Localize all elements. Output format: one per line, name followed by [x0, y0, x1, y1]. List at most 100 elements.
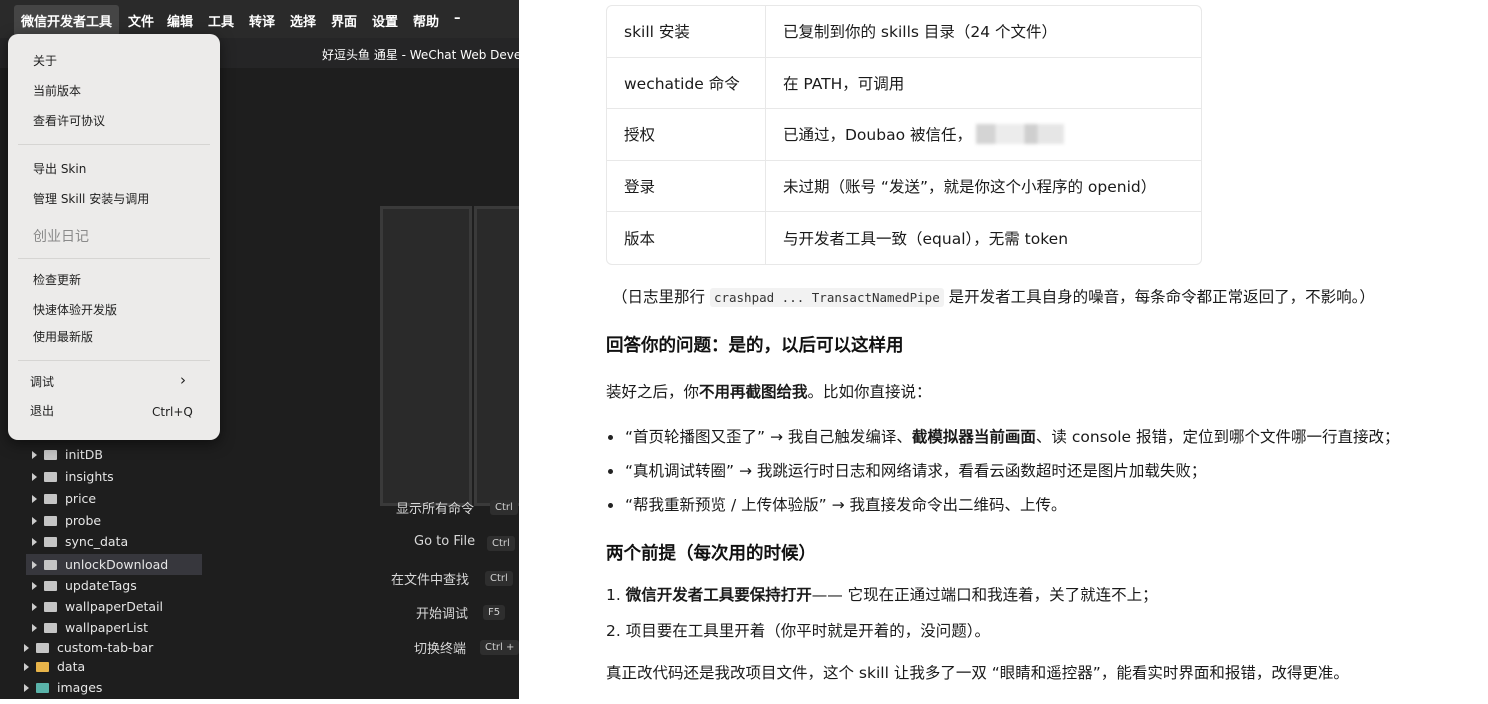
menu-more[interactable]: –	[454, 11, 461, 26]
watermark-logo-left	[380, 206, 472, 506]
table-cell-key: skill 安装	[607, 6, 766, 57]
chevron-right-icon	[32, 450, 37, 459]
step-item: 2. 项目要在工具里开着（你平时就是开着的，没问题）。	[606, 622, 990, 640]
table-row: 版本 与开发者工具一致（equal），无需 token	[607, 212, 1201, 264]
tree-item-updatetags[interactable]: updateTags	[32, 575, 137, 596]
folder-icon	[36, 661, 49, 672]
chevron-right-icon	[32, 581, 37, 590]
devtools-screenshot: 微信开发者工具 文件 编辑 工具 转译 选择 界面 设置 帮助 – 好逗头鱼 通…	[0, 0, 519, 699]
submenu-arrow-icon: ›	[180, 371, 186, 389]
quit-shortcut: Ctrl+Q	[152, 405, 193, 419]
menu-item-debug[interactable]: 调试	[30, 373, 54, 390]
folder-icon	[44, 622, 57, 633]
prerequisites-heading: 两个前提（每次用的时候）	[606, 544, 816, 564]
menu-divider	[18, 144, 210, 145]
tree-item-probe[interactable]: probe	[32, 510, 101, 531]
bullet-icon	[608, 469, 613, 474]
table-cell-key: 授权	[607, 109, 766, 160]
table-cell-value: 未过期（账号 “发送”，就是你这个小程序的 openid）	[783, 177, 1157, 196]
menu-item-manage-skill[interactable]: 管理 Skill 安装与调用	[33, 190, 149, 207]
tree-item-custom-tab-bar[interactable]: custom-tab-bar	[24, 637, 153, 658]
menu-item-current-version[interactable]: 当前版本	[33, 82, 81, 99]
menu-item-export-skin[interactable]: 导出 Skin	[33, 160, 86, 177]
bullet-icon	[608, 435, 613, 440]
tree-item-initdb[interactable]: initDB	[32, 444, 103, 465]
cmd-toggle-terminal-label[interactable]: 切换终端	[414, 638, 466, 657]
chevron-right-icon	[24, 683, 29, 692]
closing-paragraph: 真正改代码还是我改项目文件，这个 skill 让我多了一双 “眼睛和遥控器”，能…	[606, 664, 1349, 682]
menu-item-about[interactable]: 关于	[33, 52, 57, 69]
folder-icon	[44, 493, 57, 504]
status-table: skill 安装 已复制到你的 skills 目录（24 个文件） wechat…	[606, 5, 1202, 265]
menu-tools[interactable]: 工具	[208, 11, 234, 30]
tree-item-data[interactable]: data	[24, 656, 85, 677]
menu-select[interactable]: 选择	[290, 11, 316, 30]
menu-divider	[18, 360, 210, 361]
table-row: 授权 已通过，Doubao 被信任，	[607, 109, 1201, 161]
cmd-find-in-files-key: Ctrl	[485, 571, 513, 586]
menu-edit[interactable]: 编辑	[167, 11, 193, 30]
chevron-right-icon	[24, 643, 29, 652]
step-item: 1. 微信开发者工具要保持打开—— 它现在正通过端口和我连着，关了就连不上；	[606, 586, 1158, 604]
tree-item-price[interactable]: price	[32, 488, 96, 509]
tree-item-unlockdownload[interactable]: unlockDownload	[26, 554, 202, 575]
table-row: wechatide 命令 在 PATH，可调用	[607, 57, 1201, 109]
table-cell-key: 登录	[607, 160, 766, 211]
log-note: （日志里那行 crashpad ... TransactNamedPipe 是开…	[612, 288, 1375, 307]
table-cell-value: 与开发者工具一致（equal），无需 token	[783, 229, 1069, 248]
chevron-right-icon	[32, 516, 37, 525]
auth-status-text: 已通过，Doubao 被信任，	[783, 126, 972, 145]
watermark-logo-right	[474, 206, 519, 506]
menu-view[interactable]: 界面	[331, 11, 357, 30]
cmd-show-all-key: Ctrl	[490, 500, 518, 515]
table-cell-value: 已通过，Doubao 被信任，	[766, 109, 1201, 160]
cmd-toggle-terminal-key: Ctrl +	[480, 640, 519, 655]
tree-item-sync-data[interactable]: sync_data	[32, 531, 128, 552]
menu-item-check-updates[interactable]: 检查更新	[33, 271, 81, 288]
tree-item-wallpaperdetail[interactable]: wallpaperDetail	[32, 596, 163, 617]
menu-file[interactable]: 文件	[128, 11, 154, 30]
tree-item-wallpaperlist[interactable]: wallpaperList	[32, 617, 148, 638]
menu-divider	[18, 258, 210, 259]
table-cell-value: 在 PATH，可调用	[783, 74, 905, 93]
chevron-right-icon	[32, 623, 37, 632]
chevron-right-icon	[24, 662, 29, 671]
chevron-right-icon	[32, 560, 37, 569]
menu-bar: 微信开发者工具 文件 编辑 工具 转译 选择 界面 设置 帮助 –	[0, 0, 519, 38]
answer-heading: 回答你的问题：是的，以后可以这样用	[606, 336, 904, 356]
inline-code: crashpad ... TransactNamedPipe	[709, 288, 944, 307]
folder-icon	[44, 449, 57, 460]
menu-item-quick-dev[interactable]: 快速体验开发版	[33, 301, 117, 318]
folder-icon	[36, 642, 49, 653]
intro-paragraph: 装好之后，你不用再截图给我。比如你直接说：	[606, 383, 932, 401]
folder-icon	[44, 515, 57, 526]
menu-item-license[interactable]: 查看许可协议	[33, 112, 105, 129]
cmd-start-debug-label[interactable]: 开始调试	[416, 603, 468, 622]
folder-icon	[44, 601, 57, 612]
menu-item-disabled: 创业日记	[33, 229, 89, 245]
menu-help[interactable]: 帮助	[413, 11, 439, 30]
menu-settings[interactable]: 设置	[372, 11, 398, 30]
tree-item-images[interactable]: images	[24, 677, 102, 698]
folder-icon	[44, 471, 57, 482]
menu-devtools[interactable]: 微信开发者工具	[14, 5, 120, 36]
bullet-icon	[608, 503, 613, 508]
list-item: “首页轮播图又歪了” → 我自己触发编译、截模拟器当前画面、读 console …	[608, 425, 1400, 447]
devtools-menu-dropdown: 关于 当前版本 查看许可协议 导出 Skin 管理 Skill 安装与调用 创业…	[8, 34, 220, 440]
folder-icon	[44, 559, 57, 570]
cmd-start-debug-key: F5	[483, 605, 506, 620]
menu-translate[interactable]: 转译	[249, 11, 275, 30]
menu-item-use-latest[interactable]: 使用最新版	[33, 328, 93, 345]
cmd-show-all-label[interactable]: 显示所有命令	[396, 498, 474, 517]
table-row: skill 安装 已复制到你的 skills 目录（24 个文件）	[607, 6, 1201, 58]
chevron-right-icon	[32, 537, 37, 546]
menu-item-quit[interactable]: 退出	[30, 402, 54, 419]
image-folder-icon	[36, 682, 49, 693]
cmd-find-in-files-label[interactable]: 在文件中查找	[391, 569, 469, 588]
file-tree: initDB insights price probe sync_data un…	[0, 440, 210, 699]
table-cell-key: 版本	[607, 212, 766, 264]
tree-item-insights[interactable]: insights	[32, 466, 114, 487]
cmd-goto-file-label[interactable]: Go to File	[414, 534, 475, 549]
window-title: 好逗头鱼 通星 - WeChat Web Devel	[322, 48, 519, 62]
list-item: “帮我重新预览 / 上传体验版” → 我直接发命令出二维码、上传。	[608, 493, 1066, 515]
